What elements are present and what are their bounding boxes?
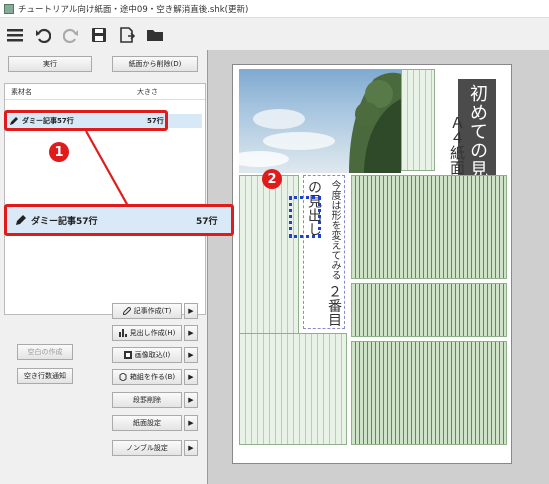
zoomed-list-item: ダミー記事57行 57行	[4, 204, 234, 236]
badge-two: 2	[262, 169, 282, 189]
pencil-icon	[16, 215, 26, 225]
callout-connector	[85, 130, 129, 207]
zoomed-item-size: 57行	[196, 216, 218, 227]
zoomed-item-name: ダミー記事57行	[31, 216, 98, 227]
badge-one: 1	[49, 142, 69, 162]
